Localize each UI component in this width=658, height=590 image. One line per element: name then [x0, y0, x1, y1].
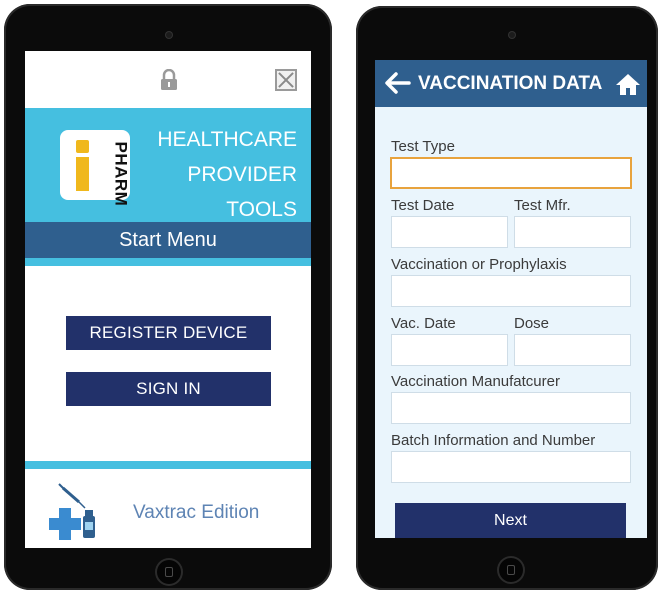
- test-type-label: Test Type: [391, 138, 455, 155]
- next-button[interactable]: Next: [395, 503, 626, 538]
- test-date-label: Test Date: [391, 197, 455, 214]
- lock-icon[interactable]: [159, 69, 179, 91]
- logo-i-stem: [76, 157, 89, 191]
- start-menu-screen: PHARM HEALTHCARE PROVIDER TOOLS Start Me…: [25, 51, 311, 548]
- vac-date-field[interactable]: [391, 334, 508, 366]
- close-icon[interactable]: [275, 69, 297, 91]
- test-date-field[interactable]: [391, 216, 508, 248]
- batch-label: Batch Information and Number: [391, 432, 596, 449]
- dose-field[interactable]: [514, 334, 631, 366]
- front-camera: [166, 32, 172, 38]
- footer-divider: [25, 461, 311, 469]
- manufacturer-field[interactable]: [391, 392, 631, 424]
- page-title: VACCINATION DATA: [418, 73, 603, 94]
- sign-in-button[interactable]: SIGN IN: [66, 372, 271, 406]
- test-mfr-field[interactable]: [514, 216, 631, 248]
- vac-date-label: Vac. Date: [391, 315, 456, 332]
- batch-field[interactable]: [391, 451, 631, 483]
- vaccine-kit-icon: [49, 483, 95, 540]
- home-icon[interactable]: [615, 72, 641, 96]
- app-title-line-2: PROVIDER: [187, 163, 297, 186]
- app-title-line-1: HEALTHCARE: [157, 128, 297, 151]
- vaccination-label: Vaccination or Prophylaxis: [391, 256, 567, 273]
- vaccination-data-screen: VACCINATION DATA Test Type Test Date Tes…: [375, 60, 647, 538]
- logo-i-dot: [76, 140, 89, 153]
- back-arrow-icon[interactable]: [383, 71, 411, 95]
- home-hardware-button[interactable]: [157, 560, 181, 584]
- app-title: HEALTHCARE PROVIDER TOOLS: [157, 122, 297, 227]
- logo-text: PHARM: [111, 141, 131, 207]
- header-banner: PHARM HEALTHCARE PROVIDER TOOLS Start Me…: [25, 108, 311, 266]
- vaccination-field[interactable]: [391, 275, 631, 307]
- app-bar: VACCINATION DATA: [375, 60, 647, 107]
- start-menu-bar: Start Menu: [25, 222, 311, 258]
- home-hardware-button[interactable]: [499, 558, 523, 582]
- ipharm-logo: PHARM: [60, 130, 131, 207]
- front-camera: [509, 32, 515, 38]
- edition-label: Vaxtrac Edition: [133, 502, 260, 523]
- register-device-button[interactable]: REGISTER DEVICE: [66, 316, 271, 350]
- dose-label: Dose: [514, 315, 550, 332]
- test-type-field[interactable]: [390, 157, 632, 189]
- test-mfr-label: Test Mfr.: [514, 197, 571, 214]
- manufacturer-label: Vaccination Manufatcurer: [391, 373, 560, 390]
